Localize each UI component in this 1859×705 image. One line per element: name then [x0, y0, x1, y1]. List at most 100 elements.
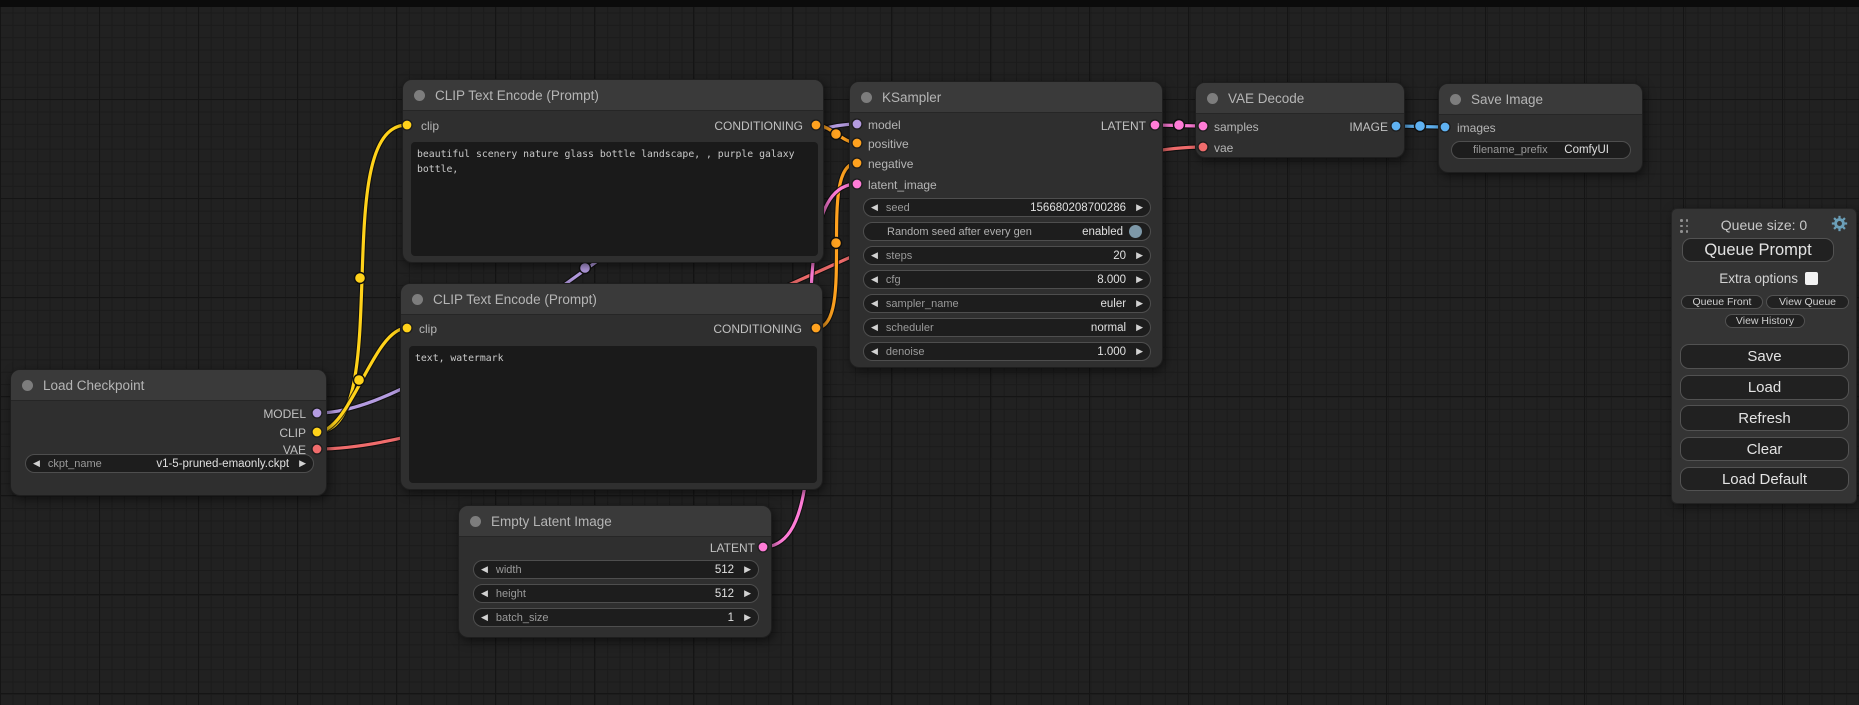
widget-left-arrow-icon[interactable]: ◀: [871, 275, 878, 284]
output-label-conditioning: CONDITIONING: [713, 322, 802, 336]
widget-left-arrow-icon[interactable]: ◀: [481, 589, 488, 598]
refresh-button[interactable]: Refresh: [1680, 405, 1849, 431]
toggle-circle-icon[interactable]: [1129, 225, 1142, 238]
widget-right-arrow-icon[interactable]: ▶: [1136, 251, 1143, 260]
width-widget[interactable]: ◀ width 512 ▶: [473, 560, 759, 579]
collapse-dot-icon[interactable]: [1450, 94, 1461, 105]
collapse-dot-icon[interactable]: [470, 516, 481, 527]
output-label-conditioning: CONDITIONING: [714, 119, 803, 133]
node-graph-canvas[interactable]: Load Checkpoint MODEL CLIP VAE ◀ ckpt_na…: [0, 0, 1859, 705]
view-history-button[interactable]: View History: [1725, 314, 1805, 328]
widget-label: width: [496, 564, 715, 576]
extra-options-checkbox[interactable]: [1805, 272, 1818, 285]
widget-right-arrow-icon[interactable]: ▶: [1136, 323, 1143, 332]
widget-right-arrow-icon[interactable]: ▶: [1136, 347, 1143, 356]
collapse-dot-icon[interactable]: [22, 380, 33, 391]
node-title-bar[interactable]: VAE Decode: [1196, 83, 1404, 114]
prompt-text-area[interactable]: text, watermark: [409, 346, 817, 483]
widget-right-arrow-icon[interactable]: ▶: [1136, 275, 1143, 284]
seed-widget[interactable]: ◀ seed 156680208700286 ▶: [863, 198, 1151, 217]
widget-left-arrow-icon[interactable]: ◀: [481, 565, 488, 574]
output-label-latent: LATENT: [1101, 119, 1146, 133]
input-label-latent-image: latent_image: [868, 178, 937, 192]
widget-right-arrow-icon[interactable]: ▶: [299, 459, 306, 468]
link-dot-clip2: [354, 375, 365, 386]
load-default-button[interactable]: Load Default: [1680, 467, 1849, 491]
widget-value: v1-5-pruned-emaonly.ckpt: [156, 458, 289, 470]
widget-left-arrow-icon[interactable]: ◀: [871, 299, 878, 308]
node-title: CLIP Text Encode (Prompt): [433, 292, 597, 307]
height-widget[interactable]: ◀ height 512 ▶: [473, 584, 759, 603]
widget-value: 512: [715, 588, 734, 600]
widget-right-arrow-icon[interactable]: ▶: [744, 565, 751, 574]
link-dot-clip1: [355, 273, 366, 284]
node-title-bar[interactable]: Save Image: [1439, 84, 1642, 115]
widget-left-arrow-icon[interactable]: ◀: [33, 459, 40, 468]
settings-gear-icon[interactable]: [1831, 215, 1848, 237]
input-label-images: images: [1457, 121, 1496, 135]
node-title-bar[interactable]: Load Checkpoint: [11, 370, 326, 401]
widget-left-arrow-icon[interactable]: ◀: [871, 323, 878, 332]
cfg-widget[interactable]: ◀ cfg 8.000 ▶: [863, 270, 1151, 289]
widget-right-arrow-icon[interactable]: ▶: [744, 589, 751, 598]
queue-front-button[interactable]: Queue Front: [1681, 295, 1763, 309]
view-queue-button[interactable]: View Queue: [1766, 295, 1849, 309]
sampler-name-widget[interactable]: ◀ sampler_name euler ▶: [863, 294, 1151, 313]
widget-label: batch_size: [496, 612, 728, 624]
widget-left-arrow-icon[interactable]: ◀: [481, 613, 488, 622]
node-load-checkpoint[interactable]: Load Checkpoint MODEL CLIP VAE ◀ ckpt_na…: [10, 369, 327, 496]
ckpt-name-widget[interactable]: ◀ ckpt_name v1-5-pruned-emaonly.ckpt ▶: [25, 454, 314, 473]
node-vae-decode[interactable]: VAE Decode samples vae IMAGE: [1195, 82, 1405, 158]
widget-value: 156680208700286: [1030, 202, 1126, 214]
steps-widget[interactable]: ◀ steps 20 ▶: [863, 246, 1151, 265]
widget-right-arrow-icon[interactable]: ▶: [1136, 299, 1143, 308]
node-empty-latent-image[interactable]: Empty Latent Image LATENT ◀ width 512 ▶ …: [458, 505, 772, 638]
widget-value: normal: [1091, 322, 1126, 334]
queue-prompt-button[interactable]: Queue Prompt: [1682, 238, 1834, 262]
node-title-bar[interactable]: CLIP Text Encode (Prompt): [403, 80, 823, 111]
load-button[interactable]: Load: [1680, 375, 1849, 400]
extra-options-row: Extra options: [1719, 271, 1818, 286]
collapse-dot-icon[interactable]: [412, 294, 423, 305]
output-label-latent: LATENT: [710, 541, 755, 555]
scheduler-widget[interactable]: ◀ scheduler normal ▶: [863, 318, 1151, 337]
save-button[interactable]: Save: [1680, 344, 1849, 369]
widget-left-arrow-icon[interactable]: ◀: [871, 347, 878, 356]
random-seed-toggle[interactable]: Random seed after every gen enabled: [863, 222, 1151, 241]
queue-size-label: Queue size: 0: [1672, 217, 1856, 233]
collapse-dot-icon[interactable]: [414, 90, 425, 101]
widget-left-arrow-icon[interactable]: ◀: [871, 251, 878, 260]
widget-label: scheduler: [886, 322, 1091, 334]
node-title: Load Checkpoint: [43, 378, 144, 393]
filename-prefix-widget[interactable]: filename_prefix ComfyUI: [1451, 141, 1631, 159]
widget-value: 8.000: [1097, 274, 1126, 286]
widget-right-arrow-icon[interactable]: ▶: [744, 613, 751, 622]
widget-label: height: [496, 588, 715, 600]
input-label-samples: samples: [1214, 120, 1259, 134]
widget-left-arrow-icon[interactable]: ◀: [871, 203, 878, 212]
node-clip-text-encode-positive[interactable]: CLIP Text Encode (Prompt) clip CONDITION…: [402, 79, 824, 263]
toggle-value: enabled: [1082, 226, 1123, 238]
node-save-image[interactable]: Save Image images filename_prefix ComfyU…: [1438, 83, 1643, 173]
denoise-widget[interactable]: ◀ denoise 1.000 ▶: [863, 342, 1151, 361]
input-label-model: model: [868, 118, 901, 132]
node-title-bar[interactable]: CLIP Text Encode (Prompt): [401, 284, 822, 315]
collapse-dot-icon[interactable]: [861, 92, 872, 103]
node-title: Empty Latent Image: [491, 514, 612, 529]
collapse-dot-icon[interactable]: [1207, 93, 1218, 104]
widget-value: euler: [1101, 298, 1127, 310]
wire-clip2: [317, 328, 407, 432]
toggle-label: Random seed after every gen: [887, 226, 1082, 238]
prompt-text-area[interactable]: beautiful scenery nature glass bottle la…: [411, 142, 818, 256]
node-title-bar[interactable]: Empty Latent Image: [459, 506, 771, 537]
batch-size-widget[interactable]: ◀ batch_size 1 ▶: [473, 608, 759, 627]
link-dot-model: [580, 263, 591, 274]
node-clip-text-encode-negative[interactable]: CLIP Text Encode (Prompt) clip CONDITION…: [400, 283, 823, 490]
widget-right-arrow-icon[interactable]: ▶: [1136, 203, 1143, 212]
output-label-clip: CLIP: [279, 426, 306, 440]
widget-label: ckpt_name: [48, 458, 156, 470]
widget-value: 512: [715, 564, 734, 576]
node-title-bar[interactable]: KSampler: [850, 82, 1162, 113]
clear-button[interactable]: Clear: [1680, 437, 1849, 461]
node-ksampler[interactable]: KSampler model positive negative latent_…: [849, 81, 1163, 368]
